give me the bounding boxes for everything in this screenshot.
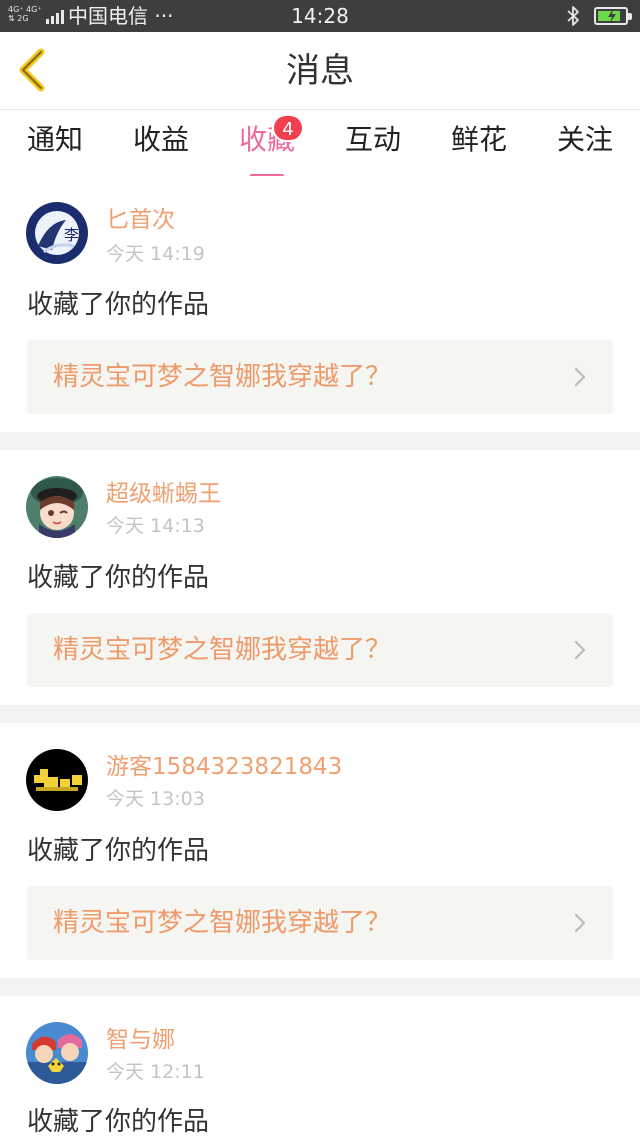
username[interactable]: 游客1584323821843	[106, 753, 342, 781]
work-link[interactable]: 精灵宝可梦之智娜我穿越了？	[27, 613, 613, 687]
timestamp: 今天 14:19	[106, 243, 205, 265]
message-category-tabs: 通知 收益 收藏 4 互动 鲜花 关注	[0, 110, 640, 178]
chevron-right-icon	[574, 367, 586, 387]
tab-label: 收益	[132, 123, 189, 156]
navigation-header: 消息	[0, 32, 640, 110]
chevron-right-icon	[574, 640, 586, 660]
tab-follows[interactable]: 关注	[535, 122, 635, 158]
svg-text:李: 李	[64, 226, 79, 244]
tab-label: 通知	[26, 123, 83, 156]
divider	[0, 978, 640, 996]
work-link[interactable]: 精灵宝可梦之智娜我穿越了？	[27, 886, 613, 960]
action-text: 收藏了你的作品	[27, 836, 210, 866]
tab-label: 关注	[556, 123, 613, 156]
chevron-right-icon	[574, 913, 586, 933]
tab-notifications[interactable]: 通知	[5, 122, 105, 158]
avatar[interactable]: 李	[26, 202, 88, 264]
username[interactable]: 超级蜥蜴王	[106, 480, 221, 508]
work-title: 精灵宝可梦之智娜我穿越了？	[53, 635, 392, 665]
timestamp: 今天 12:11	[106, 1061, 205, 1083]
work-title: 精灵宝可梦之智娜我穿越了？	[53, 362, 392, 392]
status-clock: 14:28	[291, 4, 349, 28]
username[interactable]: 匕首次	[106, 206, 175, 234]
work-title: 精灵宝可梦之智娜我穿越了？	[53, 908, 392, 938]
status-bar: 4G⁺ 4G⁺ ⇅ 2G 中国电信 ··· 14:28	[0, 0, 640, 32]
message-item: 游客1584323821843 今天 13:03 收藏了你的作品 精灵宝可梦之智…	[0, 723, 640, 978]
battery-charging-icon	[594, 7, 632, 25]
message-item: 智与娜 今天 12:11 收藏了你的作品	[0, 996, 640, 1138]
username[interactable]: 智与娜	[106, 1026, 175, 1054]
tab-favorites[interactable]: 收藏 4	[217, 114, 317, 178]
message-item: 超级蜥蜴王 今天 14:13 收藏了你的作品 精灵宝可梦之智娜我穿越了？	[0, 450, 640, 705]
action-text: 收藏了你的作品	[27, 1107, 210, 1137]
bluetooth-icon	[567, 6, 579, 26]
timestamp: 今天 14:13	[106, 515, 205, 537]
avatar[interactable]	[26, 1022, 88, 1084]
message-item: 李 匕首次 今天 14:19 收藏了你的作品 精灵宝可梦之智娜我穿越了？	[0, 176, 640, 432]
avatar[interactable]	[26, 476, 88, 538]
tab-interactions[interactable]: 互动	[323, 122, 423, 158]
unread-badge: 4	[272, 114, 304, 142]
avatar[interactable]	[26, 749, 88, 811]
action-text: 收藏了你的作品	[27, 290, 210, 320]
tab-label: 鲜花	[450, 123, 507, 156]
divider	[0, 432, 640, 450]
tab-flowers[interactable]: 鲜花	[429, 122, 529, 158]
divider	[0, 705, 640, 723]
timestamp: 今天 13:03	[106, 788, 205, 810]
page-title: 消息	[286, 51, 354, 91]
work-link[interactable]: 精灵宝可梦之智娜我穿越了？	[27, 340, 613, 414]
tab-earnings[interactable]: 收益	[111, 122, 211, 158]
tab-label: 互动	[344, 123, 401, 156]
action-text: 收藏了你的作品	[27, 563, 210, 593]
